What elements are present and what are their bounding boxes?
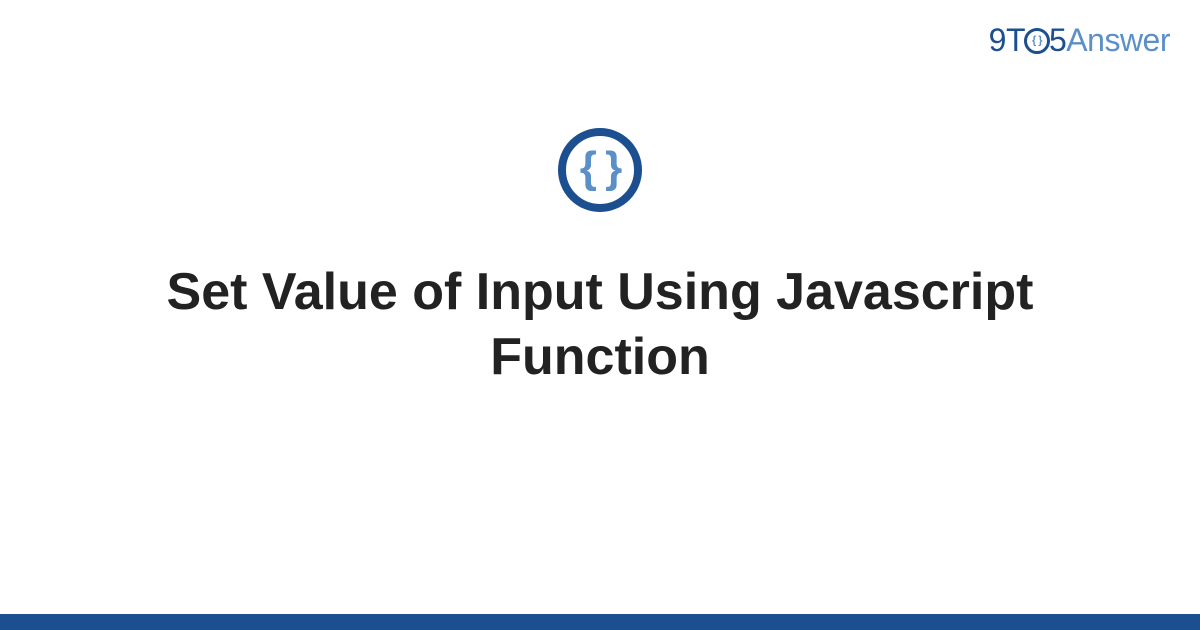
logo-o-braces: { } xyxy=(1032,36,1042,47)
brand-logo: 9T { } 5Answer xyxy=(989,22,1170,59)
main-content: { } Set Value of Input Using Javascript … xyxy=(0,128,1200,390)
page-title: Set Value of Input Using Javascript Func… xyxy=(150,260,1050,390)
braces-icon: { } xyxy=(580,146,620,190)
logo-nine: 9 xyxy=(989,22,1006,58)
logo-o-icon: { } xyxy=(1024,28,1050,54)
logo-answer: Answer xyxy=(1066,22,1170,58)
logo-t: T xyxy=(1006,22,1025,58)
footer-accent-bar xyxy=(0,614,1200,630)
category-badge-icon: { } xyxy=(558,128,642,212)
logo-five: 5 xyxy=(1049,22,1066,58)
